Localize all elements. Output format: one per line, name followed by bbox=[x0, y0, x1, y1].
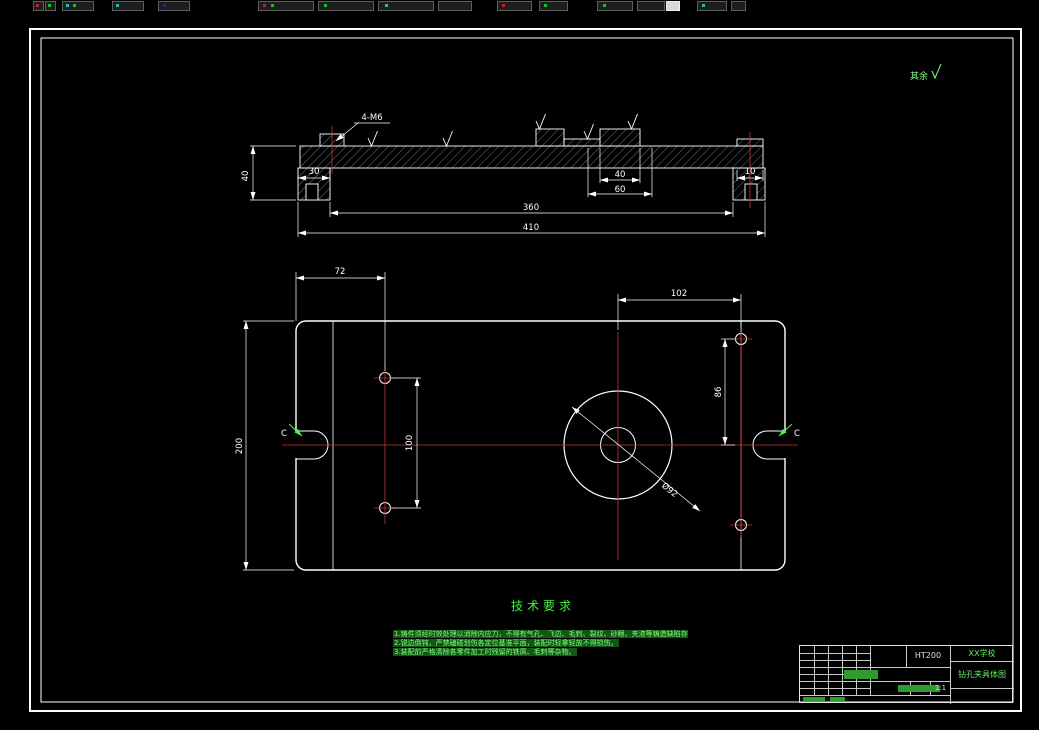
title-block-grid-line bbox=[800, 667, 870, 668]
title-block-highlight bbox=[830, 697, 845, 701]
title-block-grid-line bbox=[828, 646, 829, 695]
title-block-grid-line bbox=[800, 653, 870, 654]
school-cell: XX学校 bbox=[968, 649, 996, 658]
dim-right-hole-to-center: 86 bbox=[714, 387, 724, 398]
roughness-check-icon bbox=[931, 63, 942, 80]
roughness-check-icon bbox=[367, 130, 378, 148]
section-mark-right: C bbox=[794, 429, 800, 439]
roughness-check-icon bbox=[535, 113, 546, 131]
surface-note-text: 其余 bbox=[910, 70, 928, 82]
roughness-check-icon bbox=[627, 113, 638, 131]
dim-span-inner: 360 bbox=[523, 203, 539, 213]
section-cut-arrows bbox=[288, 423, 793, 437]
dim-mid-upper: 40 bbox=[615, 170, 626, 180]
dim-right-hole-offset: 102 bbox=[671, 289, 687, 299]
title-block: HT200 XX学校 钻孔夹具体图 1:1 bbox=[799, 645, 1014, 704]
roughness-check-icon bbox=[442, 130, 453, 148]
dim-left-foot: 30 bbox=[309, 167, 320, 177]
dim-right-lip: 10 bbox=[745, 167, 756, 177]
cad-application-window: 其余 4-M6 40 30 10 40 60 360 410 72 102 10… bbox=[0, 0, 1039, 730]
title-block-grid-line bbox=[800, 660, 870, 661]
dim-bore-diameter: Ø92 bbox=[659, 480, 680, 500]
title-block-grid-line bbox=[800, 681, 870, 682]
title-block-grid-line bbox=[800, 695, 950, 696]
surface-finish-note: 其余 bbox=[910, 63, 942, 82]
scale-cell: 1:1 bbox=[934, 684, 947, 692]
dim-left-hole-pitch: 100 bbox=[405, 435, 415, 451]
dim-left-hole-offset: 72 bbox=[335, 267, 346, 277]
plan-dim-labels: 72 102 100 86 200 Ø92 C C bbox=[235, 267, 800, 500]
title-block-highlight bbox=[803, 697, 825, 701]
tech-requirements-title: 技术要求 bbox=[510, 599, 575, 613]
roughness-check-icon bbox=[583, 123, 594, 141]
title-block-grid-line bbox=[950, 688, 1014, 689]
tech-requirement-item-3: 3.装配前严格清除各零件加工时残留的铁屑、毛刺等杂物。 bbox=[393, 648, 577, 656]
tech-requirement-item-2: 2.锐边倒钝，严禁磕碰划伤各定位基准平面，装配时轻拿轻放不得损伤。 bbox=[393, 639, 619, 647]
title-block-highlight bbox=[844, 670, 878, 679]
title-block-grid-line bbox=[870, 667, 950, 668]
plan-centerlines bbox=[282, 327, 798, 560]
dim-left-height: 40 bbox=[241, 171, 251, 182]
plan-view bbox=[293, 320, 788, 571]
thread-callout: 4-M6 bbox=[361, 113, 382, 123]
dim-mid-lower: 60 bbox=[615, 185, 626, 195]
technical-requirements: 技术要求 1.铸件须经时效处理以消除内应力，不得有气孔、飞边、毛刺、裂纹、砂眼、… bbox=[393, 597, 693, 657]
title-block-grid-line bbox=[842, 646, 843, 695]
title-block-grid-line bbox=[950, 661, 1014, 662]
material-cell: HT200 bbox=[914, 651, 942, 660]
dim-overall-width: 200 bbox=[235, 438, 245, 454]
title-block-grid-line bbox=[800, 688, 870, 689]
section-dim-labels: 4-M6 40 30 10 40 60 360 410 bbox=[241, 113, 755, 233]
section-mark-left: C bbox=[281, 429, 287, 439]
drawing-name-cell: 钻孔夹具体图 bbox=[958, 670, 1006, 679]
dim-span-outer: 410 bbox=[523, 223, 539, 233]
section-view bbox=[297, 113, 766, 201]
title-block-grid-line bbox=[814, 646, 815, 695]
